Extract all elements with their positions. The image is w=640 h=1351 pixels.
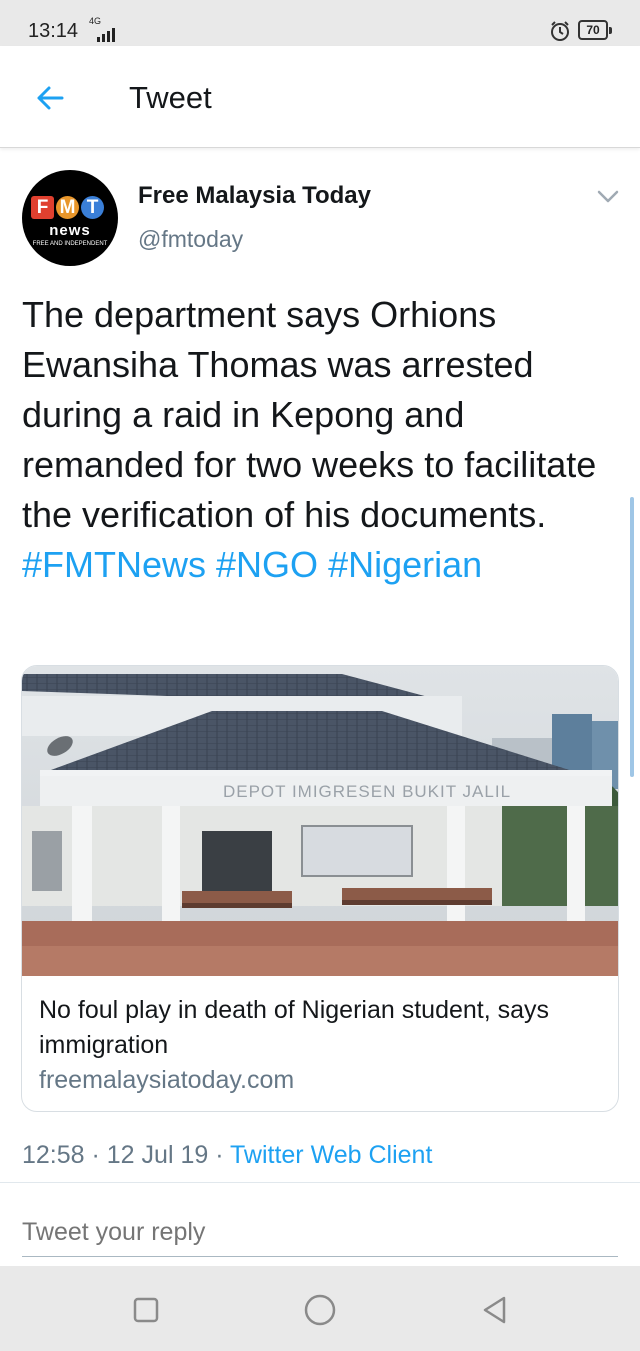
tweet-text-body: The department says Orhions Ewansiha Tho… xyxy=(22,294,597,535)
system-nav-bar xyxy=(0,1266,640,1351)
status-time: 13:14 xyxy=(28,20,79,42)
square-icon xyxy=(133,1297,159,1323)
home-button[interactable] xyxy=(300,1290,340,1330)
recent-apps-button[interactable] xyxy=(126,1290,166,1330)
tweet-text-space xyxy=(318,544,328,585)
page-title: Tweet xyxy=(129,80,212,115)
card-image-sign: DEPOT IMIGRESEN BUKIT JALIL xyxy=(223,782,511,801)
back-button[interactable] xyxy=(28,76,72,120)
app-header: Tweet xyxy=(0,46,640,148)
divider xyxy=(0,1182,640,1183)
reply-underline xyxy=(22,1256,618,1257)
tweet-text-space xyxy=(206,544,216,585)
signal-icon: 4G xyxy=(87,16,121,42)
author-handle[interactable]: @fmtoday xyxy=(138,226,243,253)
avatar-letter: F xyxy=(31,196,54,219)
tweet-client-link[interactable]: Twitter Web Client xyxy=(230,1141,432,1169)
hashtag-link[interactable]: #FMTNews xyxy=(22,544,206,585)
card-image-sign-text: DEPOT IMIGRESEN BUKIT JALIL xyxy=(223,782,511,801)
avatar-tagline: FREE AND INDEPENDENT xyxy=(32,241,108,247)
avatar-wordmark: news xyxy=(49,222,91,239)
tweet-date: 12 Jul 19 xyxy=(106,1141,209,1169)
avatar-letter: T xyxy=(81,196,104,219)
card-title: No foul play in death of Nigerian studen… xyxy=(39,996,550,1059)
arrow-left-icon xyxy=(37,86,64,110)
tweet-detail: F M T news FREE AND INDEPENDENT Free Mal… xyxy=(0,148,640,1266)
scrollbar[interactable] xyxy=(630,497,634,777)
triangle-back-icon xyxy=(483,1296,506,1324)
tweet-time: 12:58 xyxy=(22,1141,85,1169)
card-image xyxy=(22,666,618,976)
chevron-down-icon[interactable] xyxy=(593,184,623,208)
link-preview-card[interactable]: DEPOT IMIGRESEN BUKIT JALIL No foul play… xyxy=(21,665,619,1112)
hashtag-link[interactable]: #Nigerian xyxy=(328,544,482,585)
status-bar: 13:14 4G 70 xyxy=(0,0,640,46)
battery-indicator: 70 xyxy=(578,20,612,40)
meta-separator: · xyxy=(84,1141,107,1169)
avatar-logo: F M T xyxy=(31,196,104,219)
author-name[interactable]: Free Malaysia Today xyxy=(138,182,371,210)
card-domain: freemalaysiatoday.com xyxy=(39,1066,295,1094)
tweet-text: The department says Orhions Ewansiha Tho… xyxy=(22,290,612,590)
circle-icon xyxy=(304,1294,336,1326)
avatar-letter: M xyxy=(56,196,79,219)
back-nav-button[interactable] xyxy=(475,1290,515,1330)
alarm-icon xyxy=(551,21,569,41)
avatar[interactable]: F M T news FREE AND INDEPENDENT xyxy=(22,170,118,266)
hashtag-link[interactable]: #NGO xyxy=(216,544,318,585)
tweet-meta: 12:58 · 12 Jul 19 · Twitter Web Client xyxy=(22,1141,432,1170)
network-type: 4G xyxy=(89,16,102,26)
meta-separator: · xyxy=(208,1141,231,1169)
reply-input[interactable] xyxy=(22,1208,618,1256)
